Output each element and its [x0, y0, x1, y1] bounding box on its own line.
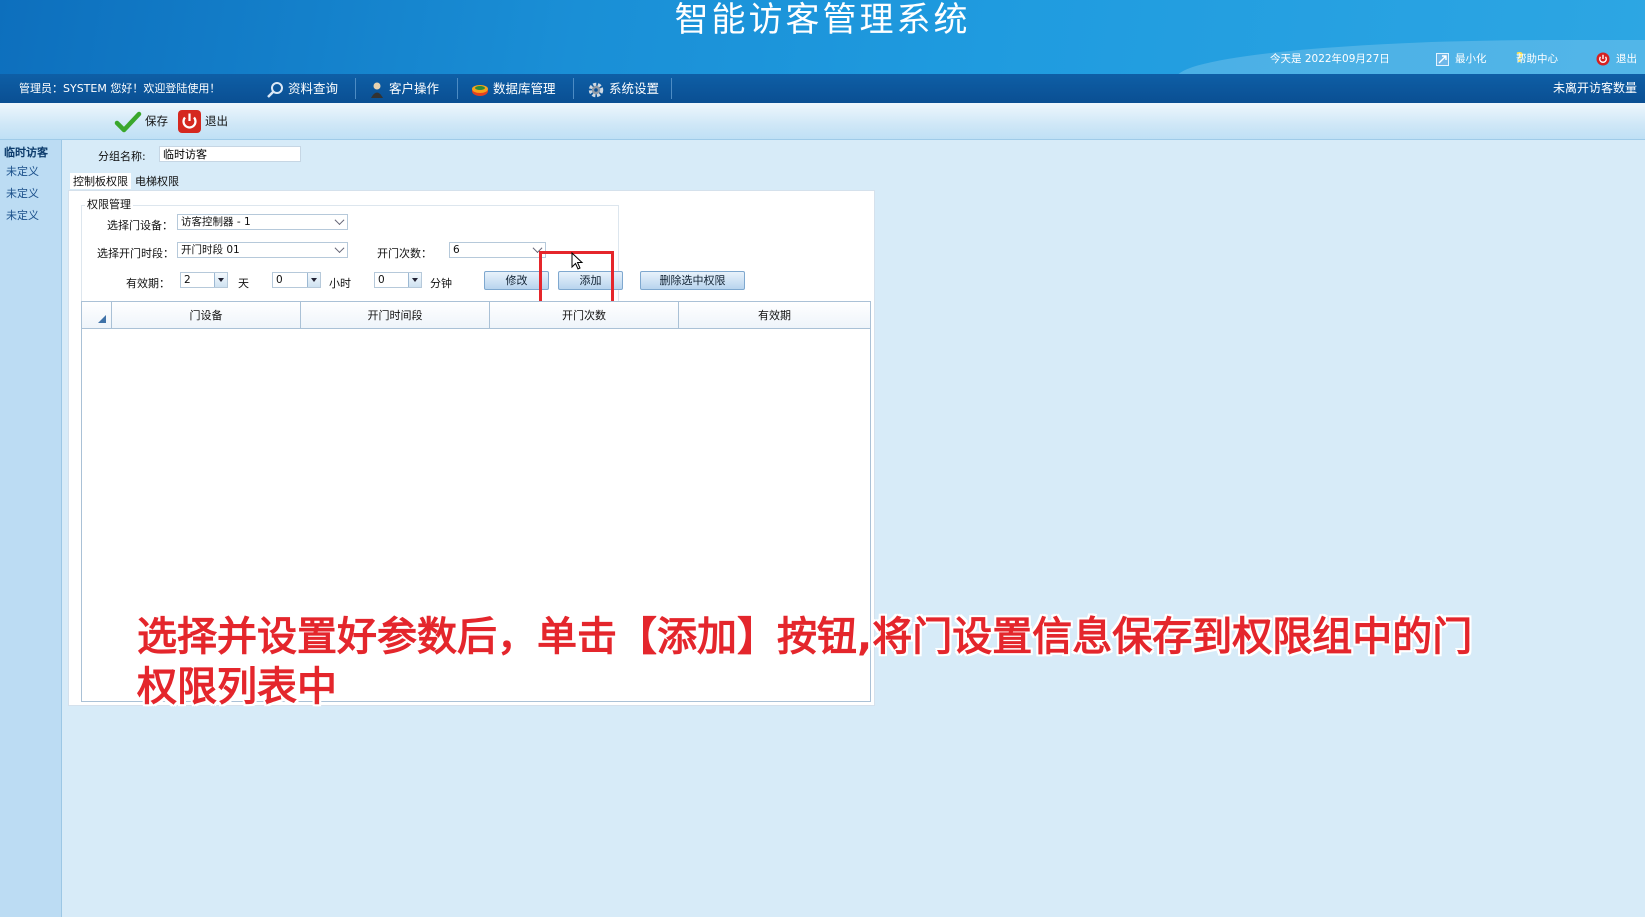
chevron-down-icon: [334, 243, 345, 254]
save-button[interactable]: 保存: [114, 108, 168, 134]
delete-selected-permission-button[interactable]: 删除选中权限: [640, 271, 745, 290]
validity-label: 有效期：: [126, 277, 170, 290]
sidebar-item[interactable]: 未定义: [0, 182, 61, 204]
minimize-button[interactable]: 最小化: [1436, 50, 1487, 68]
chevron-down-icon: [334, 215, 345, 226]
minimize-label: 最小化: [1455, 53, 1487, 65]
checkmark-icon: [114, 111, 142, 132]
sidebar-item[interactable]: 未定义: [0, 160, 61, 182]
menu-separator: [457, 78, 458, 99]
spinner-down-icon[interactable]: [214, 273, 227, 287]
menu-separator: [573, 78, 574, 99]
permission-legend: 权限管理: [85, 196, 133, 212]
tab-elevator[interactable]: 电梯权限: [132, 173, 182, 189]
column-header-validity[interactable]: 有效期: [679, 302, 870, 329]
minutes-spinner[interactable]: 0: [374, 272, 422, 288]
tab-control-board[interactable]: 控制板权限: [70, 173, 131, 189]
hours-spinner[interactable]: 0: [272, 272, 321, 288]
row-selector-header: [82, 302, 112, 329]
spinner-down-icon[interactable]: [408, 273, 421, 287]
days-value: 2: [184, 274, 191, 286]
header-swoosh-decoration: [1166, 40, 1645, 74]
date-text: 今天是 2022年09月27日: [1270, 53, 1390, 65]
door-device-value: 访客控制器 - 1: [181, 216, 251, 228]
menu-label: 数据库管理: [493, 81, 556, 96]
unleft-visitor-count-label: 未离开访客数量: [1553, 81, 1638, 95]
caption-line-2: 权限列表中: [137, 664, 337, 710]
power-icon: [178, 110, 201, 133]
open-count-value: 6: [453, 244, 460, 256]
door-device-select[interactable]: 访客控制器 - 1: [177, 214, 348, 230]
open-count-label: 开门次数：: [377, 247, 432, 260]
corner-triangle-icon: [98, 315, 106, 323]
hours-value: 0: [276, 274, 283, 286]
help-label: 帮助中心: [1516, 53, 1558, 65]
exit-label: 退出: [205, 114, 228, 128]
minutes-value: 0: [378, 274, 385, 286]
exit-header-button[interactable]: 退出: [1596, 50, 1637, 68]
magnifier-icon: [267, 81, 283, 98]
column-header-time-period[interactable]: 开门时间段: [301, 302, 490, 329]
admin-welcome-text: 管理员：SYSTEM 您好！欢迎登陆使用！: [19, 82, 221, 95]
open-count-select[interactable]: 6: [449, 242, 546, 258]
days-spinner[interactable]: 2: [180, 272, 228, 288]
tutorial-caption: 选择并设置好参数后，单击【添加】按钮,将门设置信息保存到权限组中的门 权限列表中: [137, 612, 1517, 712]
sidebar: 临时访客 未定义 未定义 未定义: [0, 140, 62, 917]
hours-unit-label: 小时: [329, 277, 351, 290]
exit-header-label: 退出: [1616, 53, 1637, 65]
menu-item-data-query[interactable]: 资料查询: [266, 74, 338, 103]
days-unit-label: 天: [238, 277, 249, 290]
column-header-door-device[interactable]: 门设备: [112, 302, 301, 329]
menu-item-database[interactable]: 数据库管理: [471, 74, 556, 103]
door-device-label: 选择门设备：: [107, 219, 173, 232]
save-label: 保存: [145, 114, 168, 128]
menu-label: 系统设置: [609, 81, 660, 96]
menu-label: 资料查询: [288, 81, 339, 96]
app-title: 智能访客管理系统: [674, 0, 971, 40]
minimize-icon: [1436, 52, 1449, 66]
caption-line-1: 选择并设置好参数后，单击【添加】按钮,将门设置信息保存到权限组中的门: [137, 614, 1473, 660]
column-header-open-count[interactable]: 开门次数: [490, 302, 679, 329]
help-button[interactable]: ? 帮助中心: [1516, 50, 1558, 68]
menubar: 管理员：SYSTEM 您好！欢迎登陆使用！ 资料查询 客户操作 数据库管理 系统…: [0, 74, 1645, 103]
group-name-label: 分组名称:: [98, 150, 146, 163]
app-header: 智能访客管理系统 今天是 2022年09月27日 最小化 ? 帮助中心 退出: [0, 0, 1645, 74]
database-icon: [472, 84, 488, 96]
menu-label: 客户操作: [389, 81, 440, 96]
menu-separator: [355, 78, 356, 99]
gear-icon: [588, 82, 604, 97]
mouse-cursor-icon: [571, 252, 584, 270]
power-icon: [1596, 52, 1610, 66]
minutes-unit-label: 分钟: [430, 277, 452, 290]
sidebar-item[interactable]: 未定义: [0, 204, 61, 226]
time-period-select[interactable]: 开门时段 01: [177, 242, 348, 258]
sidebar-group-temporary-visitor[interactable]: 临时访客: [0, 140, 61, 160]
menu-item-client-ops[interactable]: 客户操作: [369, 74, 439, 103]
menu-item-system-settings[interactable]: 系统设置: [587, 74, 659, 103]
user-icon: [371, 82, 383, 98]
exit-button[interactable]: 退出: [177, 108, 228, 134]
time-period-label: 选择开门时段：: [97, 247, 174, 260]
main-content: 分组名称: 控制板权限 电梯权限 权限管理 选择门设备： 访客控制器 - 1 选…: [62, 140, 1645, 917]
time-period-value: 开门时段 01: [181, 244, 240, 256]
toolbar: 保存 退出: [0, 103, 1645, 140]
group-name-input[interactable]: [159, 146, 301, 162]
spinner-down-icon[interactable]: [307, 273, 320, 287]
menu-separator: [671, 78, 672, 99]
